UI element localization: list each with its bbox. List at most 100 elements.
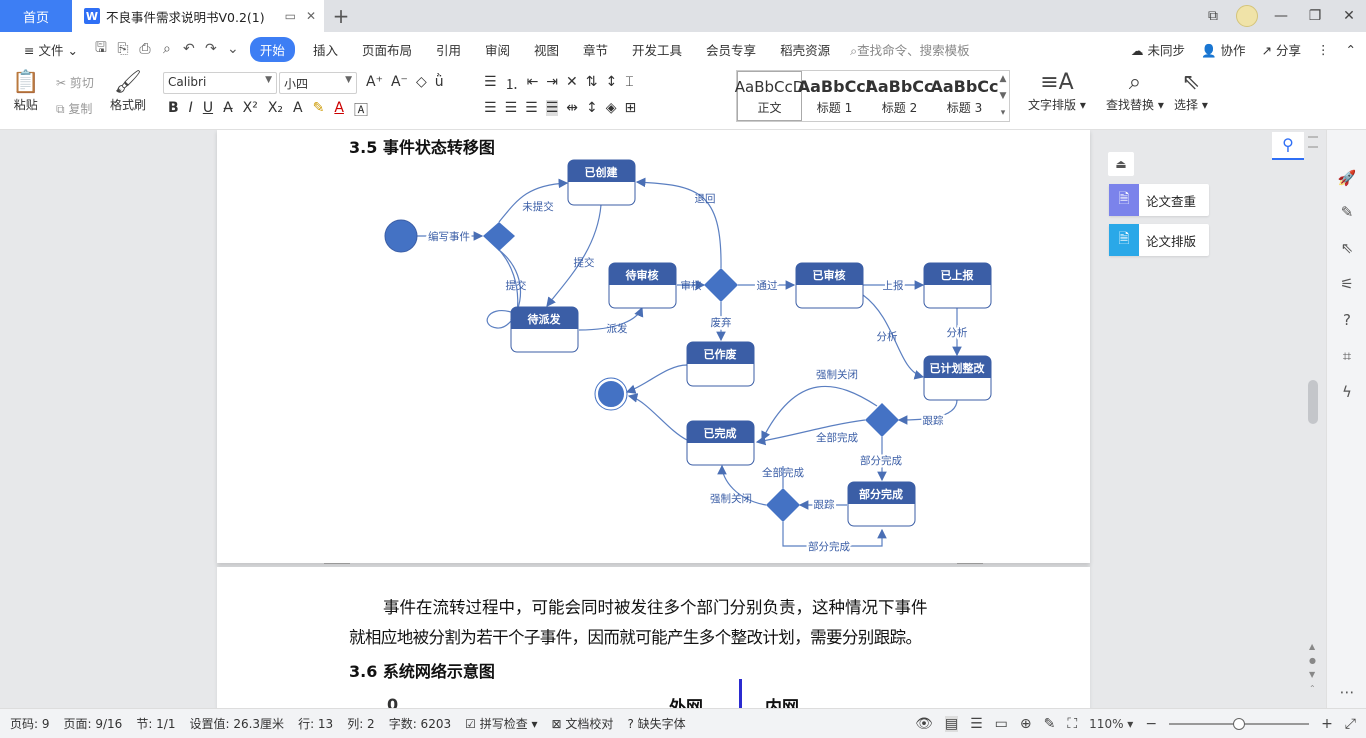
text-effect-icon[interactable]: A — [293, 100, 303, 120]
increase-indent-icon[interactable]: ⇥ — [546, 74, 558, 94]
more-tools-icon[interactable]: ⋯ — [1335, 680, 1359, 704]
tab-document[interactable]: W 不良事件需求说明书V0.2(1) ▭ ✕ — [72, 0, 324, 32]
text-direction-icon[interactable]: ⇅ — [586, 74, 598, 94]
redo-icon[interactable]: ↷ — [200, 41, 222, 57]
paper-check-button[interactable]: 🗎 论文查重 — [1109, 184, 1209, 216]
undo-icon[interactable]: ↶ — [178, 41, 200, 57]
phonetic-icon[interactable]: ǜ — [435, 74, 444, 90]
strikethrough-icon[interactable]: A̶ — [223, 100, 233, 120]
page-layout-icon[interactable]: ⧉ — [1196, 8, 1230, 24]
copy-button[interactable]: ⧉ 复制 — [56, 100, 92, 117]
fit-page-icon[interactable]: ⛶ — [1067, 716, 1077, 732]
tab-home[interactable]: 首页 — [0, 0, 72, 32]
align-right-icon[interactable]: ☰ — [525, 100, 538, 116]
eye-protection-icon[interactable]: 👁 — [915, 716, 933, 732]
font-size-select[interactable]: 小四 ▼ — [279, 72, 357, 94]
translate-icon[interactable]: ⌗ — [1335, 344, 1359, 368]
align-center-icon[interactable]: ☰ — [505, 100, 518, 116]
align-left-icon[interactable]: ☰ — [484, 100, 497, 116]
shading-icon[interactable]: ◈ — [606, 100, 617, 116]
close-window-icon[interactable]: ✕ — [1332, 8, 1366, 24]
file-menu[interactable]: ≡ 文件 ⌄ — [12, 40, 90, 59]
italic-icon[interactable]: I — [189, 100, 193, 120]
distribute-icon[interactable]: ⇹ — [566, 100, 578, 116]
save-icon[interactable]: 🖫 — [90, 37, 112, 61]
justify-icon[interactable]: ☰ — [545, 100, 559, 116]
more-icon[interactable]: ⋮ — [1317, 42, 1330, 57]
rocket-icon[interactable]: 🚀 — [1335, 166, 1359, 190]
clear-format-icon[interactable]: ◇ — [416, 74, 427, 90]
missing-font-button[interactable]: ? 缺失字体 — [627, 715, 685, 732]
subscript-icon[interactable]: X₂ — [268, 100, 283, 120]
style-heading-1[interactable]: AaBbCcl 标题 1 — [798, 71, 872, 121]
shrink-font-icon[interactable]: A⁻ — [391, 74, 408, 90]
paste-button[interactable]: 📋 粘贴 — [12, 70, 39, 113]
paper-layout-button[interactable]: 🗎 论文排版 — [1109, 224, 1209, 256]
show-marks-icon[interactable]: ⌶ — [625, 74, 633, 94]
bullet-list-icon[interactable]: ☰ — [484, 74, 497, 94]
menu-tab-view[interactable]: 视图 — [522, 40, 571, 59]
status-word-count[interactable]: 字数: 6203 — [389, 715, 451, 732]
menu-tab-docer[interactable]: 稻壳资源 — [768, 40, 842, 59]
help-icon[interactable]: ? — [1335, 308, 1359, 332]
chinese-layout-icon[interactable]: ✕ — [566, 74, 578, 94]
page-view-icon[interactable]: ▤ — [944, 715, 959, 732]
scrollbar-thumb[interactable] — [1308, 380, 1318, 424]
command-search[interactable]: ⌕查找命令、搜索模板 — [850, 40, 970, 59]
zoom-out-icon[interactable]: − — [1145, 716, 1157, 732]
bold-icon[interactable]: B — [168, 100, 179, 120]
print-icon[interactable]: ⎙ — [134, 41, 156, 57]
font-color-icon[interactable]: A — [334, 100, 344, 120]
zoom-slider-knob[interactable] — [1233, 717, 1246, 730]
underline-icon[interactable]: U — [203, 100, 213, 120]
side-panel-collapse-button[interactable]: ⏏ — [1108, 152, 1134, 176]
style-normal[interactable]: AaBbCcD 正文 — [735, 71, 804, 121]
new-tab-button[interactable]: + — [324, 4, 358, 28]
spell-check-button[interactable]: ☑ 拼写检查 ▾ — [465, 715, 537, 732]
cut-button[interactable]: ✂ 剪切 — [56, 74, 94, 91]
line-spacing-icon[interactable]: ↕ — [586, 100, 598, 116]
sync-status[interactable]: ☁ 未同步 — [1131, 40, 1185, 59]
text-layout-button[interactable]: ≡A 文字排版 ▾ — [1028, 70, 1086, 113]
scroll-page-nav[interactable]: ▲ ● ▼ ⌃ — [1309, 640, 1316, 696]
collab-button[interactable]: 👤 协作 — [1201, 40, 1246, 59]
menu-tab-review[interactable]: 审阅 — [473, 40, 522, 59]
zoom-level[interactable]: 110% ▾ — [1089, 717, 1133, 731]
menu-tab-page-layout[interactable]: 页面布局 — [350, 40, 424, 59]
status-page[interactable]: 页面: 9/16 — [64, 715, 123, 732]
sliders-icon[interactable]: ⚟ — [1335, 272, 1359, 296]
style-heading-2[interactable]: AaBbCc 标题 2 — [865, 71, 933, 121]
pen-icon[interactable]: ✎ — [1335, 200, 1359, 224]
decrease-indent-icon[interactable]: ⇤ — [527, 74, 539, 94]
superscript-icon[interactable]: X² — [243, 100, 258, 120]
sort-icon[interactable]: ↕ — [606, 74, 618, 94]
format-painter-button[interactable]: 🖌 格式刷 — [110, 70, 146, 113]
zoom-slider[interactable] — [1169, 717, 1310, 730]
read-view-icon[interactable]: ▭ — [995, 716, 1008, 732]
menu-tab-references[interactable]: 引用 — [424, 40, 473, 59]
quick-access-dropdown-icon[interactable]: ⌄ — [222, 41, 244, 57]
highlight-icon[interactable]: ✎ — [313, 100, 325, 120]
menu-tab-developer[interactable]: 开发工具 — [620, 40, 694, 59]
minimize-icon[interactable]: — — [1264, 8, 1298, 24]
fullscreen-icon[interactable]: ⤢ — [1345, 716, 1356, 732]
font-family-select[interactable]: Calibri ▼ — [163, 72, 277, 94]
grow-font-icon[interactable]: A⁺ — [366, 74, 383, 90]
outline-view-icon[interactable]: ☰ — [970, 716, 983, 732]
style-heading-3[interactable]: AaBbCc 标题 3 — [930, 71, 998, 121]
menu-tab-chapter[interactable]: 章节 — [571, 40, 620, 59]
avatar[interactable] — [1236, 5, 1258, 27]
restore-icon[interactable]: ❐ — [1298, 8, 1332, 24]
collapse-ribbon-icon[interactable]: ⌃ — [1346, 42, 1356, 57]
menu-tab-start[interactable]: 开始 — [249, 36, 295, 62]
write-view-icon[interactable]: ✎ — [1044, 716, 1056, 732]
select-button[interactable]: ⇖ 选择 ▾ — [1174, 70, 1208, 113]
cursor-icon[interactable]: ⇖ — [1335, 236, 1359, 260]
find-replace-button[interactable]: ⌕ 查找替换 ▾ — [1106, 70, 1164, 113]
web-view-icon[interactable]: ⊕ — [1020, 716, 1032, 732]
zoom-in-icon[interactable]: + — [1321, 716, 1333, 732]
numbered-list-icon[interactable]: ⒈ — [505, 74, 519, 94]
vertical-scrollbar[interactable]: ▲ ● ▼ ⌃ — [1306, 130, 1322, 708]
status-setting-value[interactable]: 设置值: 26.3厘米 — [189, 715, 284, 732]
document-canvas[interactable]: 3.5 事件状态转移图 已创建 待审核 待派发 已审核 已上报 已作废 已计划整… — [0, 130, 1366, 708]
